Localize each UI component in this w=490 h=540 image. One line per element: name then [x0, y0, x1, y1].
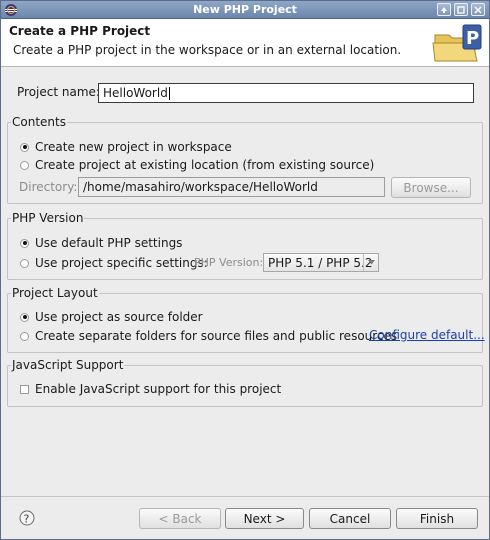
next-button[interactable]: Next > [225, 508, 304, 529]
window-title: New PHP Project [193, 3, 297, 16]
close-icon [474, 5, 482, 14]
svg-text:P: P [466, 28, 479, 49]
configure-link-row: Configure default... [369, 328, 485, 342]
arrow-up-icon [441, 6, 447, 13]
page-description: Create a PHP project in the workspace or… [13, 43, 402, 57]
separate-folders-radio[interactable] [20, 331, 29, 341]
create-new-radio[interactable] [20, 142, 29, 152]
separate-folders-label: Create separate folders for source files… [35, 329, 398, 343]
specific-php-label: Use project specific settings: [35, 256, 208, 270]
php-version-label: PHP Version: [194, 256, 264, 269]
php-version-label-row: PHP Version: [194, 256, 263, 269]
directory-value: /home/masahiro/workspace/HelloWorld [83, 180, 318, 194]
finish-button[interactable]: Finish [396, 508, 478, 529]
back-button[interactable]: < Back [139, 508, 221, 529]
window-icon [457, 5, 465, 14]
specific-php-radio[interactable] [20, 258, 29, 268]
text-caret [168, 87, 170, 100]
javascript-checkbox[interactable] [20, 384, 29, 394]
default-php-label: Use default PHP settings [35, 236, 183, 250]
contents-group-title: Contents [11, 115, 67, 129]
restore-button[interactable] [454, 3, 468, 16]
project-layout-group-title: Project Layout [11, 286, 99, 300]
source-folder-option[interactable]: Use project as source folder [20, 310, 203, 324]
specific-php-option[interactable]: Use project specific settings: [20, 256, 208, 270]
cancel-button[interactable]: Cancel [309, 508, 391, 529]
page-title: Create a PHP Project [9, 24, 151, 38]
php-version-select[interactable]: PHP 5.1 / PHP 5.2 [263, 253, 379, 272]
directory-row: Directory: [19, 180, 77, 194]
default-php-radio[interactable] [20, 238, 29, 248]
php-version-group-title: PHP Version [11, 211, 85, 225]
javascript-option[interactable]: Enable JavaScript support for this proje… [20, 382, 281, 396]
existing-location-option[interactable]: Create project at existing location (fro… [20, 158, 374, 172]
existing-location-radio[interactable] [20, 160, 29, 170]
project-name-value: HelloWorld [103, 86, 168, 100]
default-php-option[interactable]: Use default PHP settings [20, 236, 182, 250]
javascript-group-title: JavaScript Support [11, 358, 125, 372]
close-button[interactable] [471, 3, 485, 16]
create-new-option[interactable]: Create new project in workspace [20, 140, 232, 154]
configure-default-link[interactable]: Configure default... [369, 328, 485, 342]
php-version-selected: PHP 5.1 / PHP 5.2 [268, 255, 373, 270]
directory-label: Directory: [19, 180, 78, 194]
project-name-input[interactable]: HelloWorld [98, 83, 474, 103]
chevron-down-icon[interactable] [363, 254, 378, 271]
help-icon[interactable]: ? [19, 510, 35, 526]
project-name-label: Project name: [17, 85, 100, 99]
maximize-button[interactable] [437, 3, 451, 16]
svg-text:?: ? [24, 513, 30, 526]
wizard-header: Create a PHP Project Create a PHP projec… [1, 19, 489, 67]
php-project-folder-icon: P [432, 24, 482, 62]
title-bar[interactable]: New PHP Project [1, 1, 489, 19]
new-php-project-dialog: New PHP Project Create a PHP Project Cre… [0, 0, 490, 540]
create-new-label: Create new project in workspace [35, 140, 232, 154]
project-name-row: Project name: [17, 85, 100, 99]
source-folder-radio[interactable] [20, 312, 29, 322]
browse-button[interactable]: Browse... [391, 177, 471, 198]
javascript-label: Enable JavaScript support for this proje… [35, 382, 282, 396]
button-bar-separator [1, 496, 489, 497]
source-folder-label: Use project as source folder [35, 310, 203, 324]
existing-location-label: Create project at existing location (fro… [35, 158, 375, 172]
directory-input[interactable]: /home/masahiro/workspace/HelloWorld [78, 177, 385, 197]
separate-folders-option[interactable]: Create separate folders for source files… [20, 329, 397, 343]
